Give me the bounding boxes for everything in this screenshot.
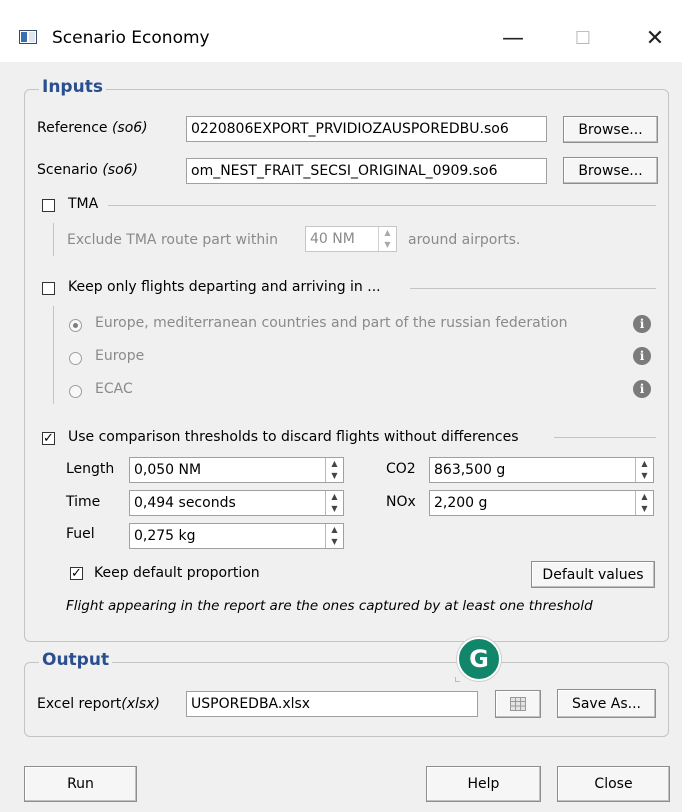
scenario-browse-button[interactable]: Browse... (563, 157, 658, 184)
spin-up-icon[interactable]: ▲ (636, 458, 653, 470)
tma-checkbox[interactable] (42, 199, 55, 212)
tma-around-text: around airports. (408, 232, 521, 248)
thresholds-checkbox[interactable] (42, 432, 55, 445)
spin-down-icon[interactable]: ▼ (379, 239, 396, 251)
region-option-ecac: ECAC (95, 381, 133, 397)
reference-browse-button[interactable]: Browse... (563, 116, 658, 143)
fuel-input[interactable]: 0,275 kg ▲ ▼ (129, 523, 344, 549)
close-button[interactable]: Close (557, 766, 670, 802)
window-title: Scenario Economy (52, 28, 210, 48)
tma-label: TMA (68, 196, 99, 212)
keep-flights-divider (410, 288, 656, 289)
keep-flights-indent-line (53, 306, 54, 404)
scenario-input[interactable]: om_NEST_FRAIT_SECSI_ORIGINAL_0909.so6 (186, 158, 547, 184)
grammarly-icon[interactable]: G (457, 637, 501, 681)
maximize-button[interactable]: ☐ (560, 18, 606, 58)
keep-default-checkbox[interactable] (70, 567, 83, 580)
nox-label: NOx (386, 494, 416, 510)
info-icon[interactable]: i (633, 380, 651, 398)
time-spinner[interactable]: ▲ ▼ (325, 491, 343, 515)
time-value: 0,494 seconds (134, 495, 236, 511)
tma-indent-line (53, 223, 54, 256)
save-as-button[interactable]: Save As... (557, 689, 656, 718)
region-radio-ecac[interactable] (69, 385, 82, 398)
spin-up-icon[interactable]: ▲ (379, 227, 396, 239)
excel-icon (510, 697, 526, 711)
keep-flights-checkbox[interactable] (42, 282, 55, 295)
app-icon (19, 30, 37, 44)
fuel-value: 0,275 kg (134, 528, 196, 544)
tma-distance-spinner[interactable]: ▲ ▼ (378, 227, 396, 251)
spin-down-icon[interactable]: ▼ (326, 536, 343, 548)
thresholds-label: Use comparison thresholds to discard fli… (68, 429, 519, 445)
region-radio-europe-med[interactable] (69, 319, 82, 332)
spin-up-icon[interactable]: ▲ (326, 458, 343, 470)
close-window-button[interactable]: ✕ (632, 18, 678, 58)
scenario-label: Scenario (so6) (37, 162, 138, 178)
nox-input[interactable]: 2,200 g ▲ ▼ (429, 490, 654, 516)
region-radio-europe[interactable] (69, 352, 82, 365)
keep-flights-label: Keep only flights departing and arriving… (68, 279, 381, 295)
grammarly-underline (455, 677, 460, 682)
fuel-spinner[interactable]: ▲ ▼ (325, 524, 343, 548)
excel-report-label-text: Excel report (37, 696, 122, 712)
tma-distance-value: 40 NM (310, 231, 355, 247)
excel-report-label-suffix: (xlsx) (121, 696, 160, 712)
time-input[interactable]: 0,494 seconds ▲ ▼ (129, 490, 344, 516)
output-legend: Output (39, 650, 113, 670)
nox-spinner[interactable]: ▲ ▼ (635, 491, 653, 515)
tma-distance-input[interactable]: 40 NM ▲ ▼ (305, 226, 397, 252)
time-label: Time (66, 494, 101, 510)
excel-report-input[interactable]: USPOREDBA.xlsx (186, 691, 478, 717)
scenario-label-suffix: (so6) (102, 162, 139, 178)
spin-up-icon[interactable]: ▲ (636, 491, 653, 503)
reference-input[interactable]: 0220806EXPORT_PRVIDIOZAUSPOREDBU.so6 (186, 116, 547, 142)
region-option-europe: Europe (95, 348, 145, 364)
spin-up-icon[interactable]: ▲ (326, 491, 343, 503)
spin-down-icon[interactable]: ▼ (636, 503, 653, 515)
minimize-button[interactable]: — (490, 18, 536, 58)
tma-exclude-text: Exclude TMA route part within (67, 232, 279, 248)
run-button[interactable]: Run (24, 766, 137, 802)
co2-value: 863,500 g (434, 462, 506, 478)
region-option-europe-med: Europe, mediterranean countries and part… (95, 315, 568, 331)
co2-input[interactable]: 863,500 g ▲ ▼ (429, 457, 654, 483)
fuel-label: Fuel (66, 526, 95, 542)
default-values-button[interactable]: Default values (531, 561, 655, 588)
excel-open-button[interactable] (495, 690, 541, 718)
length-spinner[interactable]: ▲ ▼ (325, 458, 343, 482)
scenario-label-text: Scenario (37, 162, 98, 178)
keep-default-label: Keep default proportion (94, 565, 260, 581)
reference-label-text: Reference (37, 120, 108, 136)
help-button[interactable]: Help (426, 766, 541, 802)
length-label: Length (66, 461, 115, 477)
thresholds-note: Flight appearing in the report are the o… (66, 598, 593, 614)
reference-label-suffix: (so6) (111, 120, 148, 136)
spin-down-icon[interactable]: ▼ (326, 470, 343, 482)
excel-report-label: Excel report(xlsx) (37, 696, 160, 712)
spin-down-icon[interactable]: ▼ (326, 503, 343, 515)
spin-down-icon[interactable]: ▼ (636, 470, 653, 482)
tma-divider (108, 205, 656, 206)
length-input[interactable]: 0,050 NM ▲ ▼ (129, 457, 344, 483)
co2-label: CO2 (386, 461, 416, 477)
spin-up-icon[interactable]: ▲ (326, 524, 343, 536)
thresholds-divider (554, 437, 656, 438)
info-icon[interactable]: i (633, 315, 651, 333)
co2-spinner[interactable]: ▲ ▼ (635, 458, 653, 482)
inputs-legend: Inputs (39, 77, 106, 97)
reference-label: Reference (so6) (37, 120, 148, 136)
nox-value: 2,200 g (434, 495, 488, 511)
info-icon[interactable]: i (633, 347, 651, 365)
length-value: 0,050 NM (134, 462, 202, 478)
